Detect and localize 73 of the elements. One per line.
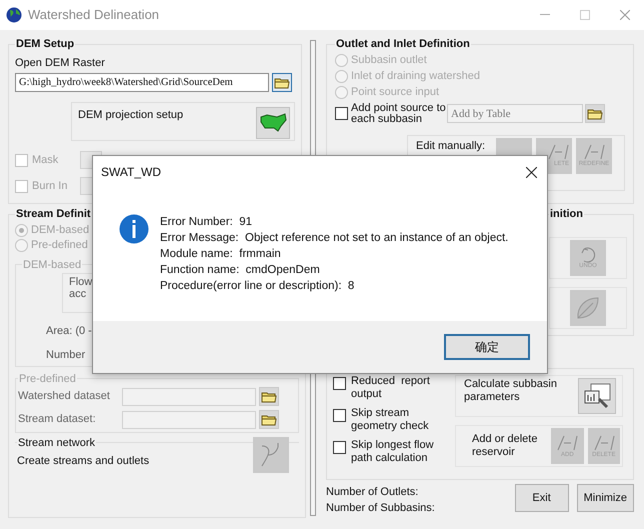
group-title: Stream Definit xyxy=(15,207,92,222)
checkbox-label: Mask xyxy=(32,152,60,168)
radio-label: Subbasin outlet xyxy=(351,53,427,68)
folder-icon xyxy=(274,76,290,88)
map-icon xyxy=(259,113,287,133)
folder-icon xyxy=(587,108,603,120)
path-field[interactable]: G:\high_hydro\week8\Watershed\Grid\SourceDem xyxy=(15,73,269,92)
status-label: Number of Outlets: xyxy=(326,485,420,500)
checkbox-label: Burn In xyxy=(32,178,68,194)
field-label: Area: (0 - xyxy=(46,324,93,339)
panel-label: DEM projection setup xyxy=(78,108,184,123)
checkbox-label: Add point source to each subbasin xyxy=(351,102,447,124)
window-button[interactable]: Exit xyxy=(514,484,569,512)
error-text: Error Message: Object reference not set to an instance of an object. xyxy=(160,231,508,246)
globe-icon xyxy=(6,7,22,23)
browse-button[interactable] xyxy=(259,387,279,406)
checkbox-label: Reduced report output xyxy=(351,375,431,401)
calculate-button[interactable] xyxy=(578,378,616,414)
error-text: Error Number: 91 xyxy=(160,215,254,230)
panel-label: Flow xyxy=(69,276,92,288)
radio-label: DEM-based xyxy=(31,222,90,238)
leaf-icon xyxy=(575,294,601,320)
browse-button[interactable] xyxy=(272,73,292,92)
group-title: Outlet and Inlet Definition xyxy=(335,37,471,52)
group-title: Pre-defined xyxy=(18,372,77,386)
browse-button[interactable] xyxy=(585,104,605,123)
map-button[interactable] xyxy=(256,107,290,139)
group-title: Stream network xyxy=(17,436,96,450)
browse-button[interactable] xyxy=(259,410,279,429)
line-node-icon xyxy=(583,143,605,161)
status-label: Number of Subbasins: xyxy=(326,501,435,516)
field-label: Stream dataset: xyxy=(18,412,97,428)
group-title: DEM-based xyxy=(22,258,82,272)
checkbox-label: Skip longest flow path calculation xyxy=(351,439,435,465)
panel-label: Add or delete reservoir xyxy=(472,433,538,459)
panel-label: Create streams and outlets xyxy=(17,454,150,469)
panel-label: acc xyxy=(69,288,86,300)
window-title: Watershed Delineation xyxy=(28,6,160,24)
ok-button[interactable]: 确定 xyxy=(444,334,530,360)
table-field[interactable]: Add by Table xyxy=(447,104,583,123)
folder-icon xyxy=(261,414,277,426)
error-text: Procedure(error line or description): 8 xyxy=(160,279,356,294)
panel-label: Calculate subbasin parameters xyxy=(464,378,558,404)
field-label: Watershed dataset xyxy=(18,389,111,404)
radio-label: Pre-defined xyxy=(31,238,88,253)
error-text: Function name: cmdOpenDem xyxy=(160,263,321,278)
panel-label: Edit manually: xyxy=(416,138,486,154)
radio-label: Point source input xyxy=(351,85,440,100)
dialog-title: SWAT_WD xyxy=(101,164,161,181)
radio-label: Inlet of draining watershed xyxy=(351,69,480,84)
group-title: DEM Setup xyxy=(15,37,76,52)
line-node-icon xyxy=(556,434,578,452)
close-icon[interactable] xyxy=(526,166,537,178)
folder-icon xyxy=(261,390,277,402)
checkbox-label: Skip stream geometry check xyxy=(351,407,430,433)
line-node-icon xyxy=(592,434,615,452)
maximize-icon[interactable] xyxy=(580,10,590,20)
field-label: Open DEM Raster xyxy=(15,56,106,70)
chart-table-icon xyxy=(583,383,611,409)
error-text: Module name: frmmain xyxy=(160,247,282,262)
field-label: Number xyxy=(46,348,86,362)
input-field[interactable] xyxy=(122,410,256,428)
checkbox[interactable] xyxy=(333,377,346,390)
window-button[interactable]: Minimize xyxy=(576,484,634,512)
tool-button[interactable] xyxy=(253,437,289,473)
checkbox[interactable] xyxy=(333,409,346,422)
info-icon xyxy=(119,214,149,244)
input-field[interactable] xyxy=(122,388,256,406)
checkbox[interactable] xyxy=(335,107,348,120)
group-title: inition xyxy=(549,207,584,222)
checkbox[interactable] xyxy=(333,441,346,454)
tool-button[interactable] xyxy=(570,290,606,326)
minimize-icon[interactable] xyxy=(540,14,550,16)
